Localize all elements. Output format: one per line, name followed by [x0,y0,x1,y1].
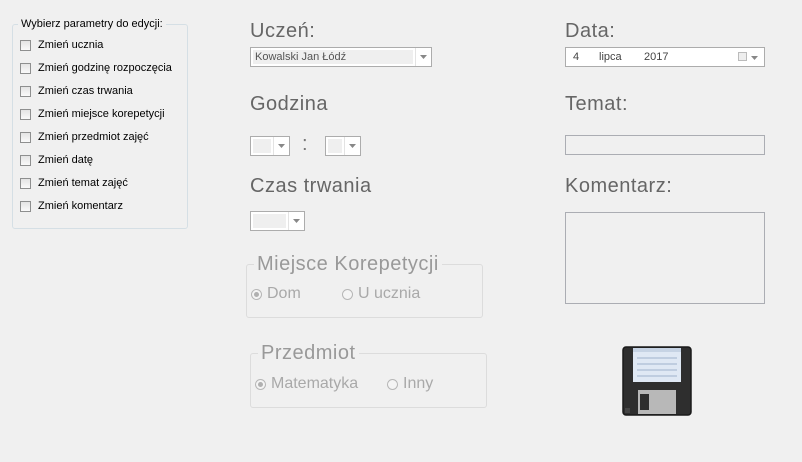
checkbox-change-comment[interactable]: Zmień komentarz [20,198,123,214]
checkbox-change-topic[interactable]: Zmień temat zajęć [20,175,128,191]
radio-place-home[interactable]: Dom [251,285,301,303]
checkbox-box[interactable] [20,200,31,212]
checkbox-label: Zmień miejsce korepetycji [38,108,165,120]
hours-select[interactable] [250,136,290,156]
checkbox-box[interactable] [20,177,31,189]
checkbox-change-place[interactable]: Zmień miejsce korepetycji [20,106,165,122]
checkbox-box[interactable] [20,131,31,143]
radio-label: U ucznia [358,285,421,302]
checkbox-box[interactable] [20,39,31,51]
chevron-down-icon[interactable] [288,212,304,230]
checkbox-box[interactable] [20,154,31,166]
radio-button[interactable] [387,378,398,390]
chevron-down-icon[interactable] [344,137,360,155]
chevron-down-icon[interactable] [415,48,431,66]
chevron-down-icon[interactable] [751,56,758,60]
radio-button[interactable] [251,288,262,300]
date-label: Data: [565,20,616,42]
params-legend: Wybierz parametry do edycji: [18,18,166,31]
checkbox-box[interactable] [20,85,31,97]
subject-legend: Przedmiot [258,341,359,365]
floppy-disk-icon [622,346,692,416]
checkbox-label: Zmień temat zajęć [38,177,128,189]
topic-input[interactable] [565,135,765,155]
checkbox-label: Zmień ucznia [38,39,104,51]
date-year[interactable]: 2017 [644,51,668,63]
radio-subject-other[interactable]: Inny [387,375,433,393]
hours-select-value [253,139,271,153]
checkbox-box[interactable] [20,108,31,120]
save-button[interactable] [620,344,694,418]
radio-label: Matematyka [271,375,359,392]
checkbox-label: Zmień czas trwania [38,85,133,97]
checkbox-change-subject[interactable]: Zmień przedmiot zajęć [20,129,149,145]
student-label: Uczeń: [250,20,316,42]
date-picker[interactable]: 4 lipca 2017 [565,47,765,67]
radio-place-student[interactable]: U ucznia [342,285,420,303]
hour-label: Godzina [250,93,328,115]
checkbox-change-student[interactable]: Zmień ucznia [20,37,103,53]
radio-label: Inny [403,375,434,392]
date-month[interactable]: lipca [599,51,622,63]
radio-label: Dom [267,285,301,302]
checkbox-label: Zmień godzinę rozpoczęcia [38,62,172,74]
checkbox-label: Zmień komentarz [38,200,123,212]
comment-textarea[interactable] [565,212,765,304]
checkbox-label: Zmień przedmiot zajęć [38,131,149,143]
checkbox-change-start-hour[interactable]: Zmień godzinę rozpoczęcia [20,60,172,76]
duration-select-value [253,214,286,228]
duration-label: Czas trwania [250,175,372,197]
checkbox-change-duration[interactable]: Zmień czas trwania [20,83,133,99]
chevron-down-icon[interactable] [273,137,289,155]
checkbox-box[interactable] [20,62,31,74]
radio-button[interactable] [255,378,266,390]
duration-select[interactable] [250,211,305,231]
radio-subject-math[interactable]: Matematyka [255,375,358,393]
student-select-value: Kowalski Jan Łódź [253,50,413,64]
hour-separator: : [302,133,308,155]
place-legend: Miejsce Korepetycji [254,252,442,276]
student-select[interactable]: Kowalski Jan Łódź [250,47,432,67]
minutes-select[interactable] [325,136,361,156]
date-day[interactable]: 4 [573,51,579,63]
checkbox-change-date[interactable]: Zmień datę [20,152,93,168]
checkbox-label: Zmień datę [38,154,94,166]
comment-label: Komentarz: [565,175,673,197]
calendar-icon[interactable] [738,52,747,61]
topic-label: Temat: [565,93,629,115]
radio-button[interactable] [342,288,353,300]
minutes-select-value [328,139,342,153]
